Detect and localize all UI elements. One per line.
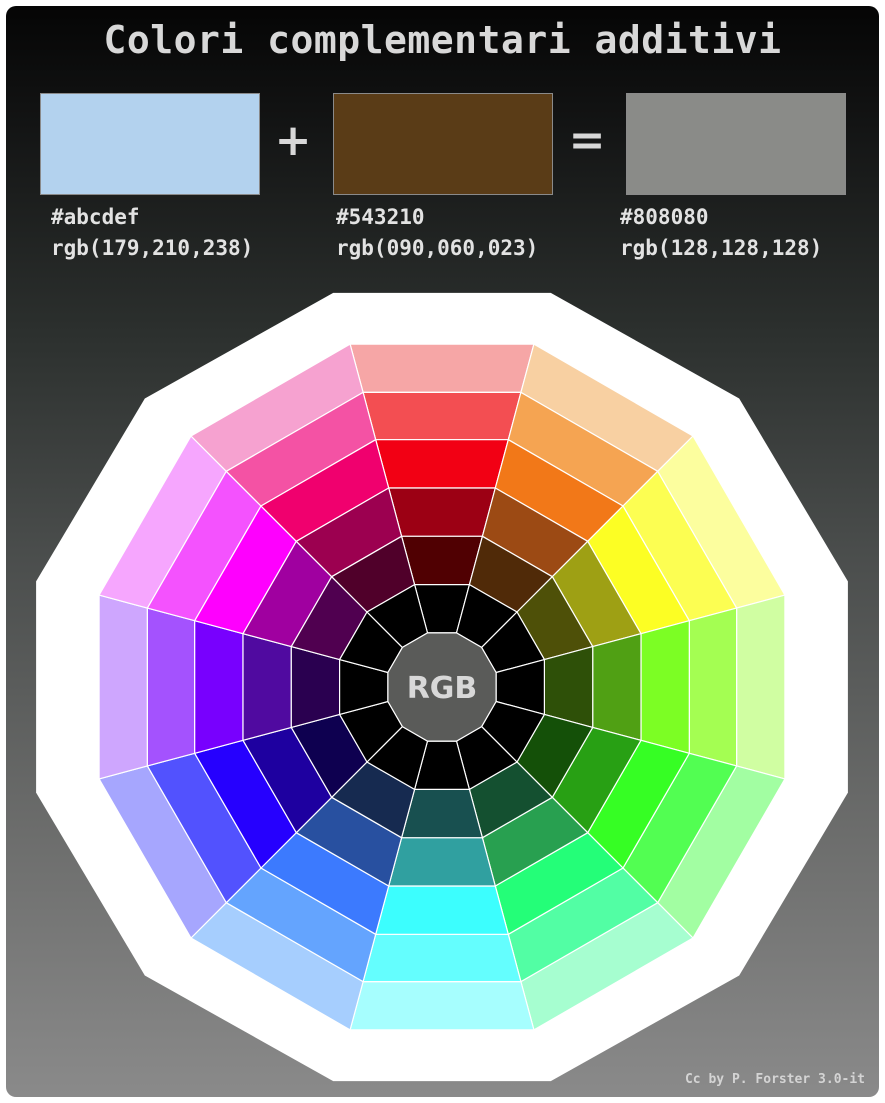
wheel-segment-violet-ring-5 [290, 645, 341, 729]
wheel-segment-cyan-ring-1 [349, 980, 535, 1031]
license-credit: Cc by P. Forster 3.0-it [684, 1072, 865, 1087]
wheel-segment-red-ring-1 [349, 343, 535, 393]
color-wheel-panel: Colori complementari additivi + = #abcde… [6, 6, 879, 1097]
wheel-segment-chartreuse-ring-5 [543, 645, 594, 729]
wheel-segment-red-ring-3 [375, 439, 509, 489]
wheel-segment-cyan-ring-5 [401, 788, 483, 839]
wheel-segment-chartreuse-ring-3 [640, 620, 690, 754]
wheel-segment-violet-ring-1 [98, 594, 148, 780]
wheel-segment-violet-ring-3 [194, 620, 244, 754]
wheel-segment-chartreuse-ring-2 [688, 607, 738, 767]
wheel-segment-cyan-ring-3 [375, 885, 509, 935]
wheel-segment-violet-ring-4 [242, 633, 292, 741]
wheel-segment-chartreuse-ring-4 [592, 633, 642, 741]
wheel-segment-cyan-ring-2 [362, 933, 522, 983]
wheel-center-label: RGB [407, 671, 478, 706]
wheel-segment-red-ring-2 [362, 391, 522, 441]
wheel-segment-cyan-ring-4 [388, 837, 496, 887]
wheel-segment-chartreuse-ring-1 [735, 594, 786, 780]
wheel-segment-red-ring-5 [401, 535, 483, 586]
wheel-segment-violet-ring-2 [146, 607, 196, 767]
wheel-segment-red-ring-4 [388, 487, 496, 537]
color-wheel: RGB [36, 292, 848, 1082]
